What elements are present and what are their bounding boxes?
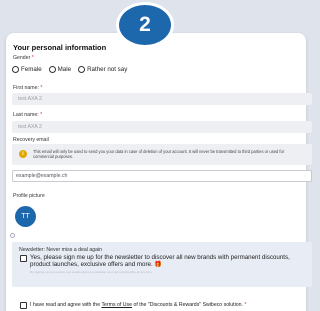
info-icon: i [19, 150, 27, 158]
gift-icon: 🎁 [154, 261, 163, 268]
last-name-field[interactable]: test AXA 2 [12, 121, 312, 133]
personal-info-card: Your personal information Gender * Femal… [6, 33, 312, 311]
recovery-email-input[interactable]: example@example.ch [12, 170, 312, 182]
first-name-field[interactable]: test AXA 2 [12, 93, 312, 105]
step-number: 2 [139, 13, 151, 36]
radio-male[interactable] [48, 66, 56, 73]
terms-of-use-link[interactable]: Terms of Use [101, 302, 132, 308]
gender-option-female[interactable]: Female [12, 66, 42, 73]
terms-row: I have read and agree with the Terms of … [12, 293, 312, 311]
profile-picture-label: Profile picture [13, 193, 45, 199]
last-name-label: Last name: * [13, 112, 43, 118]
gender-label: Gender * [13, 55, 34, 61]
radio-not-say[interactable] [78, 66, 86, 73]
gender-radio-group: Female Male Rather not say [12, 66, 127, 73]
newsletter-fine-print: By signing up you receive our emails abo… [30, 270, 153, 274]
step-number-badge: 2 [116, 2, 174, 48]
terms-text: I have read and agree with the Terms of … [30, 302, 247, 308]
section-heading: Your personal information [13, 43, 107, 52]
newsletter-box: Newsletter: Never miss a deal again Yes,… [12, 242, 312, 287]
recovery-info-box: i This email will only be used to send y… [12, 144, 312, 165]
avatar-edit-handle[interactable] [10, 233, 15, 238]
radio-female[interactable] [12, 66, 19, 73]
avatar[interactable]: TT [15, 206, 36, 227]
first-name-label: First name: * [13, 85, 43, 91]
terms-checkbox[interactable] [20, 302, 27, 309]
newsletter-title: Newsletter: Never miss a deal again [19, 247, 103, 253]
recovery-info-text: This email will only be used to send you… [33, 149, 285, 160]
newsletter-text: Yes, please sign me up for the newslette… [30, 254, 290, 268]
required-marker: * [31, 55, 34, 61]
recovery-email-label: Recovery email [13, 137, 49, 143]
newsletter-checkbox[interactable] [20, 255, 27, 262]
gender-option-male[interactable]: Male [48, 66, 71, 73]
gender-option-not-say[interactable]: Rather not say [78, 66, 127, 73]
